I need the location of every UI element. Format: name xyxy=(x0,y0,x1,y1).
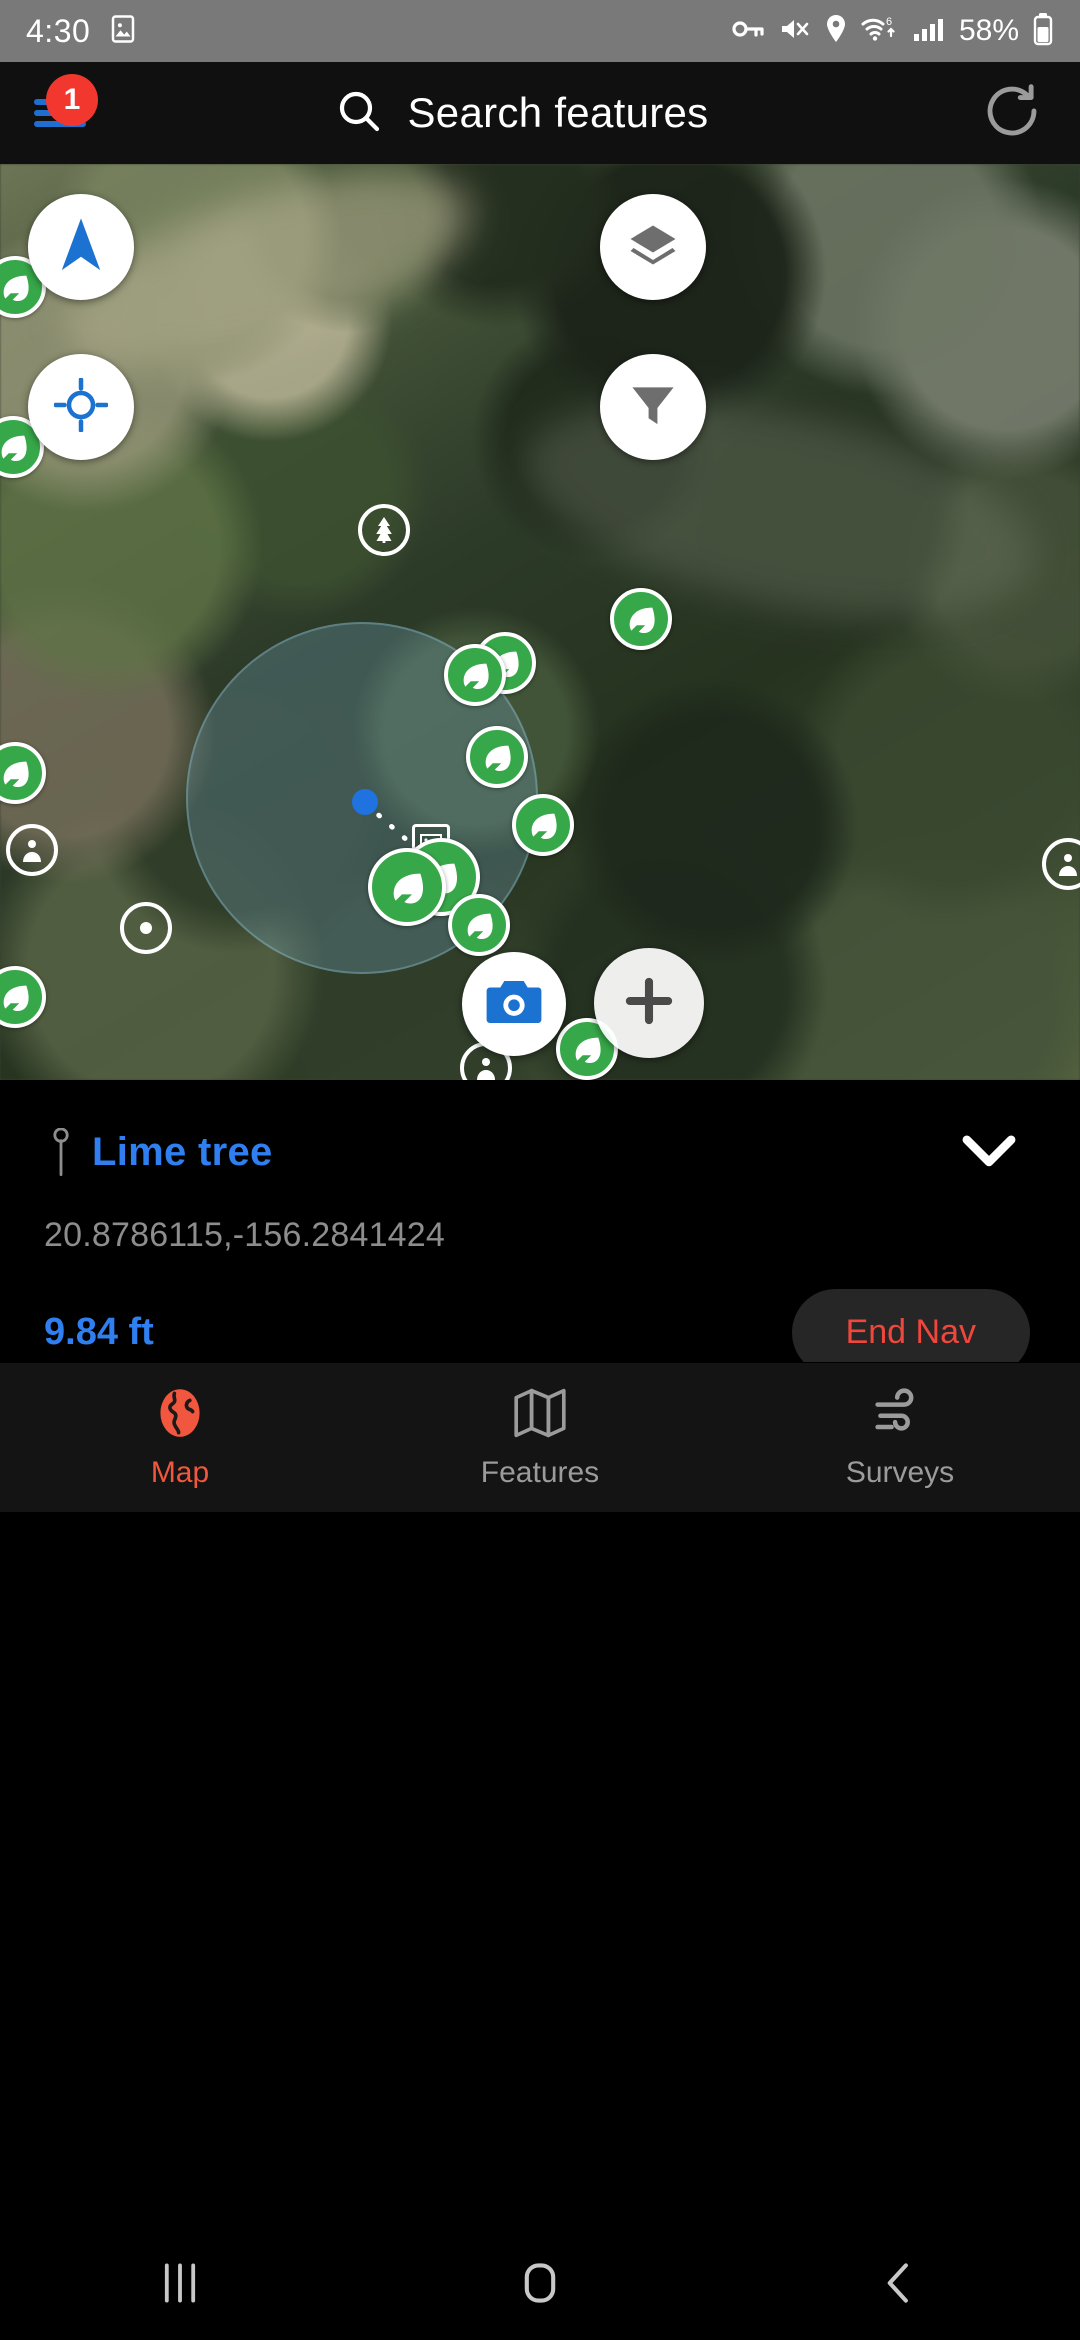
wifi-6-icon: 6 xyxy=(861,14,899,49)
feature-info-panel: Lime tree 20.8786115,-156.2841424 9.84 f… xyxy=(0,1080,1080,1376)
svg-text:6: 6 xyxy=(886,16,892,28)
tree-icon[interactable] xyxy=(358,504,410,556)
filter-button[interactable] xyxy=(600,354,706,460)
feature-name[interactable]: Lime tree xyxy=(92,1130,273,1175)
phone-screen: 4:30 6 58% 1 Search features Lime tree 2… xyxy=(0,0,1080,2340)
key-icon xyxy=(732,15,766,48)
leaf-marker-icon[interactable] xyxy=(466,726,528,788)
home-button[interactable] xyxy=(360,2230,720,2340)
refresh-icon[interactable] xyxy=(981,80,1043,147)
menu-badge: 1 xyxy=(46,74,98,126)
feature-title-row: Lime tree xyxy=(44,1128,1036,1176)
chevron-down-icon[interactable] xyxy=(960,1130,1036,1175)
home-icon xyxy=(520,2261,560,2310)
bottom-navigation: Map Features Surveys xyxy=(0,1362,1080,1512)
distance-label: 9.84 ft xyxy=(44,1311,154,1353)
battery-percent-label: 58% xyxy=(958,14,1019,47)
recents-icon xyxy=(160,2261,200,2310)
search-icon xyxy=(335,87,383,140)
mute-icon xyxy=(779,15,811,48)
navigate-button[interactable] xyxy=(28,194,134,300)
leaf-marker-icon[interactable] xyxy=(368,848,446,926)
leaf-marker-icon[interactable] xyxy=(512,794,574,856)
feature-coordinates: 20.8786115,-156.2841424 xyxy=(44,1216,446,1254)
plus-icon xyxy=(624,976,674,1031)
crosshair-target-icon xyxy=(53,376,109,437)
refresh-button[interactable] xyxy=(944,62,1080,164)
globe-icon xyxy=(152,1385,208,1446)
image-icon xyxy=(108,14,138,49)
add-feature-button[interactable] xyxy=(594,948,704,1058)
wind-icon xyxy=(872,1385,928,1446)
tab-map[interactable]: Map xyxy=(0,1363,360,1512)
people-marker-icon[interactable] xyxy=(6,824,58,876)
tab-surveys-label: Surveys xyxy=(845,1456,955,1489)
map-view[interactable] xyxy=(0,164,1080,1080)
dot-marker-icon[interactable] xyxy=(120,902,172,954)
leaf-marker-icon[interactable] xyxy=(444,644,506,706)
layers-button[interactable] xyxy=(600,194,706,300)
leaf-marker-icon[interactable] xyxy=(448,894,510,956)
camera-icon xyxy=(485,976,543,1033)
recents-button[interactable] xyxy=(0,2230,360,2340)
map-pin-icon xyxy=(44,1128,78,1176)
back-button[interactable] xyxy=(720,2230,1080,2340)
tab-map-label: Map xyxy=(150,1456,210,1489)
tab-features[interactable]: Features xyxy=(360,1363,720,1512)
location-icon xyxy=(824,14,848,49)
camera-button[interactable] xyxy=(462,952,566,1056)
app-bar: 1 Search features xyxy=(0,62,1080,164)
cell-signal-icon xyxy=(912,14,946,49)
menu-button[interactable]: 1 xyxy=(0,62,120,164)
navigation-arrow-icon xyxy=(53,214,109,281)
layers-icon xyxy=(626,218,680,277)
status-bar-icons: 6 58% xyxy=(732,12,1054,51)
locate-me-button[interactable] xyxy=(28,354,134,460)
tab-features-label: Features xyxy=(480,1456,600,1489)
android-navigation-bar xyxy=(0,2230,1080,2340)
status-bar-time: 4:30 xyxy=(26,12,91,49)
filter-funnel-icon xyxy=(628,380,678,435)
battery-icon xyxy=(1032,12,1054,51)
search-bar[interactable]: Search features xyxy=(100,87,944,140)
status-bar: 4:30 6 58% xyxy=(0,0,1080,62)
user-location-dot xyxy=(352,789,378,815)
map-fold-icon xyxy=(512,1385,568,1446)
search-input[interactable]: Search features xyxy=(407,89,708,137)
leaf-marker-icon[interactable] xyxy=(610,588,672,650)
back-icon xyxy=(880,2261,920,2310)
tab-surveys[interactable]: Surveys xyxy=(720,1363,1080,1512)
